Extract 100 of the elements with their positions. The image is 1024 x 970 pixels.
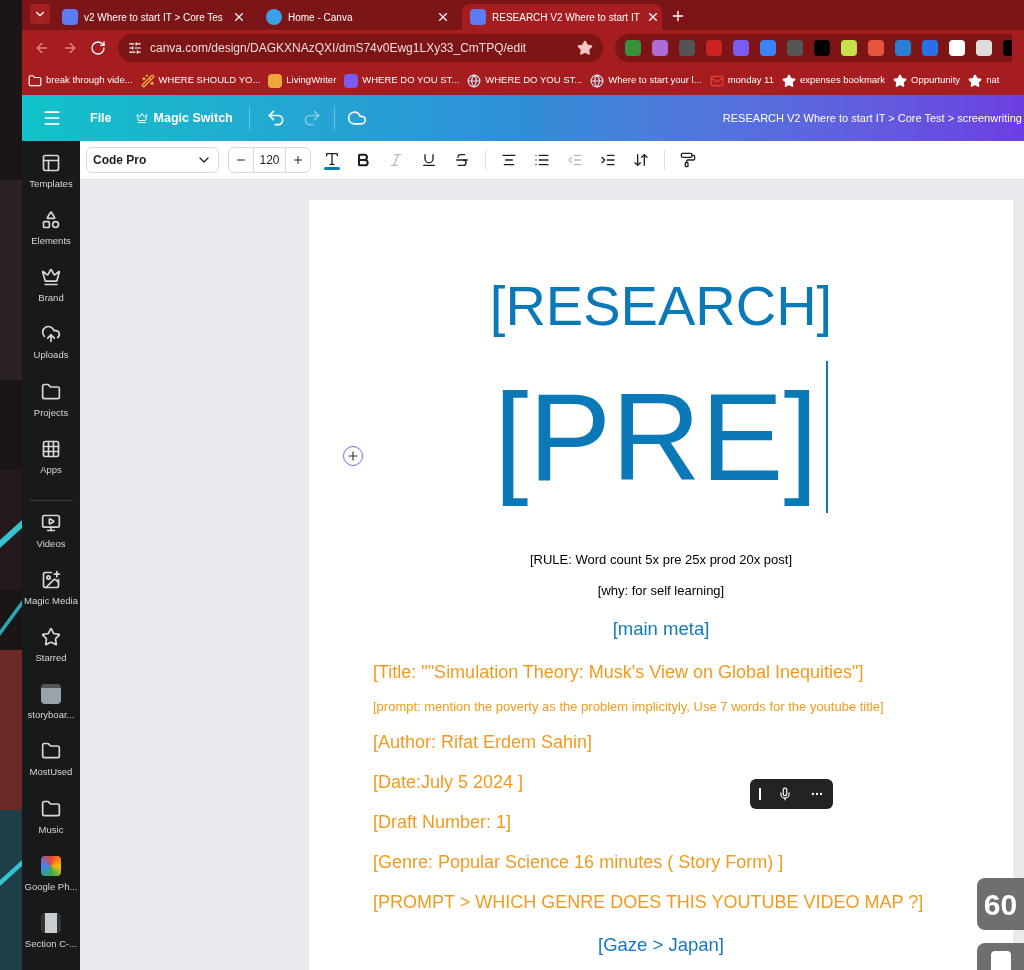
bookmark-label: break through vide... — [46, 73, 133, 88]
wand-icon — [140, 73, 155, 88]
folder-icon — [41, 741, 61, 762]
bookmark-label: WHERE DO YOU ST... — [485, 73, 583, 88]
bookmark-label: LivingWriter — [286, 73, 337, 88]
menu-icon[interactable] — [42, 108, 62, 128]
image-plus-icon — [41, 570, 61, 590]
text-line[interactable]: [RESEARCH] — [489, 268, 833, 344]
upload-icon — [41, 324, 61, 345]
canva-logo-icon — [266, 9, 282, 25]
extension-icon[interactable] — [895, 40, 911, 56]
pinwheel-icon — [41, 855, 61, 876]
plus-icon — [292, 154, 304, 166]
extension-icon[interactable] — [949, 40, 965, 56]
browser-tab[interactable]: v2 Where to start IT > Core Tes — [54, 4, 254, 30]
bullet-list-icon — [534, 152, 550, 168]
section-icon — [41, 912, 61, 933]
sidebar-item[interactable]: Starred — [22, 627, 80, 685]
add-element-button[interactable] — [343, 446, 363, 466]
extension-icon[interactable] — [625, 40, 641, 56]
font-size-field[interactable]: 120 — [253, 148, 286, 172]
undo-icon[interactable] — [265, 108, 286, 128]
extension-icon[interactable] — [922, 40, 938, 56]
sidebar-item[interactable]: Templates — [22, 153, 80, 211]
text-line[interactable]: [Gaze > Japan] — [598, 926, 724, 964]
bookmark[interactable]: expenses bookmark — [781, 73, 885, 88]
tab-search-button[interactable] — [30, 4, 50, 24]
bookmark[interactable]: break through vide... — [28, 73, 133, 88]
star-icon — [781, 73, 796, 88]
bookmark[interactable]: monday 11 — [709, 73, 774, 88]
new-tab-icon[interactable] — [670, 8, 686, 24]
sidebar-item[interactable]: Videos — [22, 512, 80, 570]
sidebar-item[interactable]: Projects — [22, 381, 80, 439]
bookmark[interactable]: Oppurtunity — [893, 73, 961, 88]
site-info-icon[interactable] — [128, 41, 142, 55]
reload-icon[interactable] — [90, 40, 106, 56]
sidebar-item[interactable]: Elements — [22, 210, 80, 268]
crown-icon — [135, 112, 148, 124]
globe-icon — [590, 73, 605, 88]
close-icon[interactable] — [232, 10, 246, 24]
bookmark-star-icon[interactable] — [577, 40, 593, 56]
app-icon — [344, 73, 359, 88]
close-icon[interactable] — [436, 10, 450, 24]
page-icon — [990, 951, 1011, 970]
extension-icon[interactable] — [868, 40, 884, 56]
bookmark[interactable]: LivingWriter — [268, 73, 337, 88]
microphone-icon[interactable] — [778, 787, 793, 801]
text-line[interactable]: [PRE] — [494, 352, 818, 522]
font-dropdown[interactable]: Code Pro — [86, 147, 219, 173]
page-number-badge: 60 — [977, 878, 1024, 930]
bookmark-label: Oppurtunity — [911, 73, 961, 88]
bookmark-label: expenses bookmark — [799, 73, 885, 88]
sidebar-item[interactable]: MostUsed — [22, 741, 80, 799]
extension-icon[interactable] — [652, 40, 668, 56]
sidebar-item[interactable]: Magic Media — [22, 570, 80, 628]
back-icon[interactable] — [34, 40, 50, 56]
document-title[interactable]: RESEARCH V2 Where to start IT > Core Test > screenwriting — [722, 109, 1024, 127]
text-line[interactable]: [main meta] — [612, 610, 710, 648]
templates-icon — [41, 153, 61, 173]
bookmark-label: monday 11 — [727, 73, 774, 88]
italic-icon — [388, 152, 404, 168]
mail-icon — [709, 73, 724, 88]
tab-title: Home - Canva — [288, 10, 354, 25]
extension-icon[interactable] — [976, 40, 992, 56]
sidebar-item[interactable]: Google Ph... — [22, 855, 80, 913]
app-icon — [268, 73, 283, 88]
sidebar-item[interactable]: Apps — [22, 438, 80, 496]
folder-icon — [41, 798, 61, 819]
sidebar-item[interactable]: Uploads — [22, 324, 80, 382]
folder-icon — [41, 381, 61, 402]
bookmark[interactable]: nat — [968, 73, 1000, 88]
extension-icon[interactable] — [841, 40, 857, 56]
sidebar-item[interactable]: Music — [22, 798, 80, 856]
text-line[interactable]: [RULE: Word count 5x pre 25x prod 20x post] — [529, 544, 793, 575]
cloud-saved-icon[interactable] — [346, 108, 367, 128]
browser-tab[interactable]: Home - Canva — [258, 4, 458, 30]
forward-icon[interactable] — [62, 40, 78, 56]
sidebar-item[interactable]: Brand — [22, 267, 80, 325]
align-center-icon — [501, 152, 517, 168]
address-bar[interactable]: canva.com/design/DAGKXNAzQXI/dmS74v0Ewg1LXy33_CmTPQ/edit — [118, 34, 603, 62]
star-icon — [893, 73, 907, 88]
video-icon — [41, 512, 61, 533]
sidebar-item[interactable]: Section C-... — [22, 912, 80, 970]
bold-icon — [355, 152, 371, 168]
extension-icon[interactable] — [760, 40, 776, 56]
bookmark[interactable]: WHERE DO YOU ST... — [344, 73, 460, 88]
outdent-icon — [567, 152, 583, 168]
cursor-icon[interactable] — [758, 788, 761, 800]
indent-icon — [600, 152, 616, 168]
text-line[interactable]: [why: for self learning] — [597, 575, 725, 606]
plus-icon — [346, 449, 360, 463]
bookmark[interactable]: WHERE DO YOU ST... — [467, 73, 583, 88]
underline-icon — [421, 152, 437, 168]
star-icon — [41, 627, 61, 648]
sidebar-item[interactable]: storyboar... — [22, 684, 80, 742]
bookmark-label: Where to start your l... — [608, 73, 702, 88]
thumbnail-icon — [41, 684, 61, 705]
browser-tab[interactable]: RESEARCH V2 Where to start IT — [462, 4, 662, 30]
bookmark[interactable]: Where to start your l... — [590, 73, 702, 88]
grid-icon — [41, 438, 61, 459]
